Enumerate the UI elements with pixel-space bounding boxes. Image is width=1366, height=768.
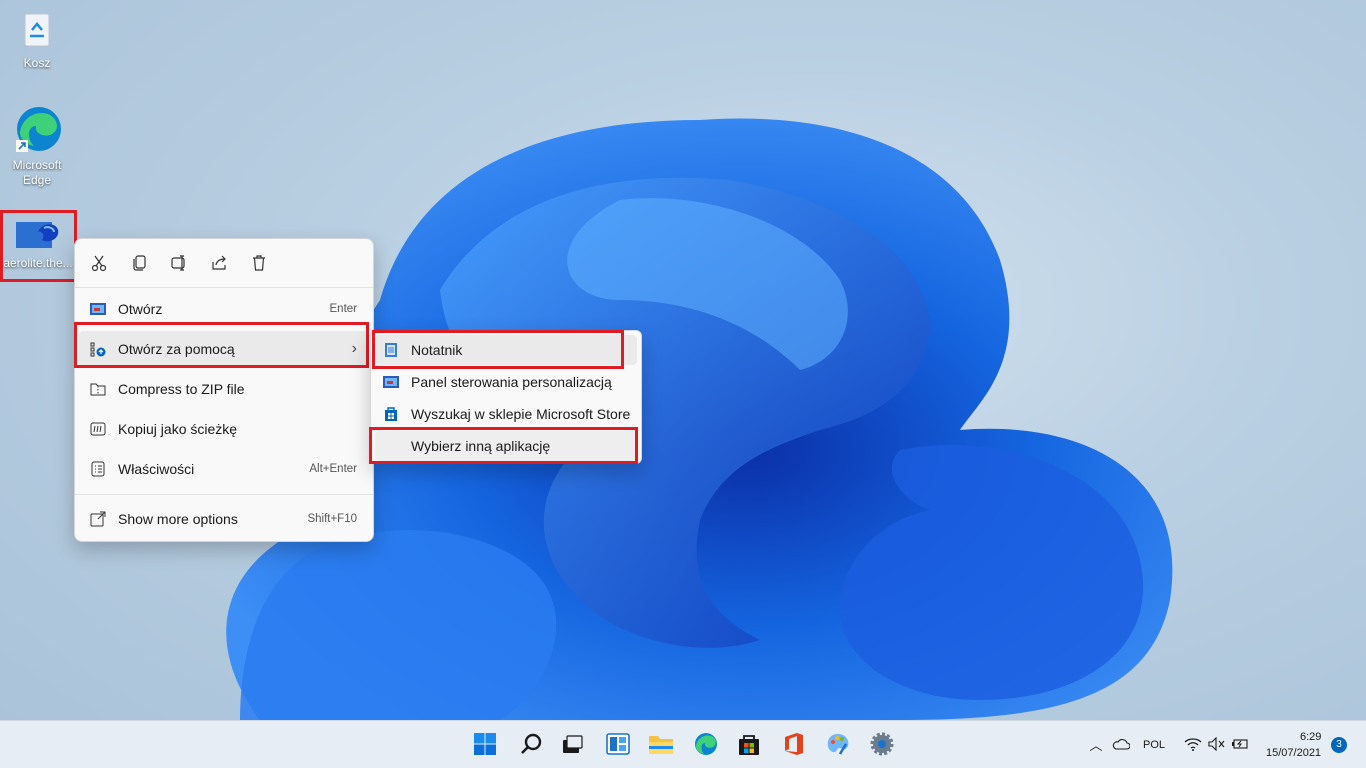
taskbar: ︿ POL 6:29 15/07/2021 3 — [0, 720, 1366, 768]
submenu-item-label: Wybierz inną aplikację — [411, 438, 551, 454]
desktop-icon-recycle-bin[interactable]: Kosz — [5, 8, 69, 71]
menu-item-show-more-options[interactable]: Show more options Shift+F10 — [79, 501, 369, 537]
store-icon — [739, 735, 759, 755]
recycle-bin-icon — [15, 8, 59, 52]
notification-badge[interactable]: 3 — [1331, 737, 1347, 753]
battery-button[interactable] — [1230, 731, 1250, 757]
task-view-icon — [563, 735, 583, 753]
language-indicator[interactable]: POL — [1143, 739, 1165, 751]
menu-item-label: Compress to ZIP file — [118, 381, 245, 397]
menu-item-copy-path[interactable]: Kopiuj jako ścieżkę — [79, 411, 369, 447]
menu-item-label: Właściwości — [118, 461, 195, 477]
desktop-icon-label: Microsoft Edge — [12, 158, 62, 187]
context-menu: Otwórz Enter Otwórz za pomocą › Compress… — [74, 238, 374, 542]
zip-folder-icon — [89, 380, 107, 398]
volume-button[interactable] — [1207, 731, 1227, 757]
share-icon — [212, 255, 226, 270]
open-with-submenu: Notatnik Panel sterowania personalizacją… — [370, 330, 642, 464]
menu-item-label: Otwórz za pomocą — [118, 341, 235, 357]
file-explorer-icon — [649, 736, 673, 754]
desktop-icon-label: Kosz — [23, 56, 51, 70]
menu-item-label: Kopiuj jako ścieżkę — [118, 421, 238, 437]
notepad-icon — [383, 342, 399, 358]
edge-icon — [695, 733, 717, 755]
store-taskbar-button[interactable] — [736, 731, 762, 757]
submenu-item-notepad[interactable]: Notatnik — [375, 335, 637, 365]
onedrive-button[interactable] — [1111, 731, 1131, 757]
submenu-item-search-store[interactable]: Wyszukaj w sklepie Microsoft Store — [375, 399, 637, 429]
edge-taskbar-button[interactable] — [693, 731, 719, 757]
menu-item-shortcut: Shift+F10 — [307, 513, 357, 525]
clock-date[interactable]: 15/07/2021 — [1266, 747, 1321, 759]
control-panel-icon — [383, 374, 399, 390]
menu-item-open[interactable]: Otwórz Enter — [79, 291, 369, 327]
delete-icon — [253, 255, 265, 271]
network-button[interactable] — [1183, 731, 1203, 757]
office-icon — [785, 733, 803, 755]
submenu-item-personalization-panel[interactable]: Panel sterowania personalizacją — [375, 367, 637, 397]
chevron-right-icon: › — [351, 340, 357, 357]
menu-item-properties[interactable]: Właściwości Alt+Enter — [79, 451, 369, 487]
cut-button[interactable] — [87, 251, 111, 275]
volume-muted-icon — [1208, 737, 1225, 751]
delete-button[interactable] — [247, 251, 271, 275]
menu-item-label: Show more options — [118, 511, 238, 527]
copy-button[interactable] — [127, 251, 151, 275]
menu-separator — [75, 494, 373, 495]
rename-button[interactable] — [167, 251, 191, 275]
open-with-icon — [89, 340, 107, 358]
menu-item-open-with[interactable]: Otwórz za pomocą › — [79, 331, 369, 367]
task-view-button[interactable] — [559, 731, 585, 757]
theme-file-icon — [14, 216, 62, 252]
file-explorer-button[interactable] — [648, 731, 674, 757]
open-icon — [89, 300, 107, 318]
cut-icon — [91, 255, 107, 272]
rename-icon — [171, 255, 185, 271]
copy-path-icon — [89, 420, 107, 438]
desktop-icon-edge[interactable]: Microsoft Edge — [5, 104, 69, 188]
menu-separator — [75, 287, 373, 288]
office-button[interactable] — [781, 731, 807, 757]
submenu-item-label: Notatnik — [411, 342, 463, 358]
cloud-icon — [1112, 739, 1130, 750]
settings-icon — [870, 732, 894, 756]
desktop-icon-label: aerolite.the... — [3, 256, 73, 270]
widgets-button[interactable] — [605, 731, 631, 757]
copy-icon — [133, 255, 146, 271]
desktop-icon-theme-file[interactable]: aerolite.the... — [2, 216, 74, 271]
menu-item-label: Otwórz — [118, 301, 163, 317]
settings-button[interactable] — [869, 731, 895, 757]
search-icon — [521, 733, 542, 754]
properties-icon — [89, 460, 107, 478]
start-icon — [474, 733, 496, 755]
share-button[interactable] — [207, 251, 231, 275]
tray-overflow-button[interactable]: ︿ — [1088, 731, 1104, 757]
menu-item-shortcut: Enter — [329, 303, 358, 315]
submenu-item-choose-another-app[interactable]: Wybierz inną aplikację — [375, 431, 637, 461]
wifi-icon — [1184, 738, 1202, 751]
paint-button[interactable] — [825, 731, 851, 757]
edge-icon — [12, 104, 62, 154]
widgets-icon — [606, 733, 630, 755]
store-icon — [383, 406, 399, 422]
submenu-item-label: Wyszukaj w sklepie Microsoft Store — [411, 406, 631, 422]
clock-time[interactable]: 6:29 — [1300, 731, 1321, 743]
start-button[interactable] — [472, 731, 498, 757]
battery-charging-icon — [1232, 739, 1248, 749]
menu-item-shortcut: Alt+Enter — [309, 463, 357, 475]
chevron-up-icon: ︿ — [1089, 737, 1103, 753]
paint-icon — [827, 734, 849, 755]
submenu-item-label: Panel sterowania personalizacją — [411, 374, 612, 390]
menu-item-compress-zip[interactable]: Compress to ZIP file — [79, 371, 369, 407]
show-more-icon — [89, 510, 107, 528]
search-button[interactable] — [518, 731, 544, 757]
